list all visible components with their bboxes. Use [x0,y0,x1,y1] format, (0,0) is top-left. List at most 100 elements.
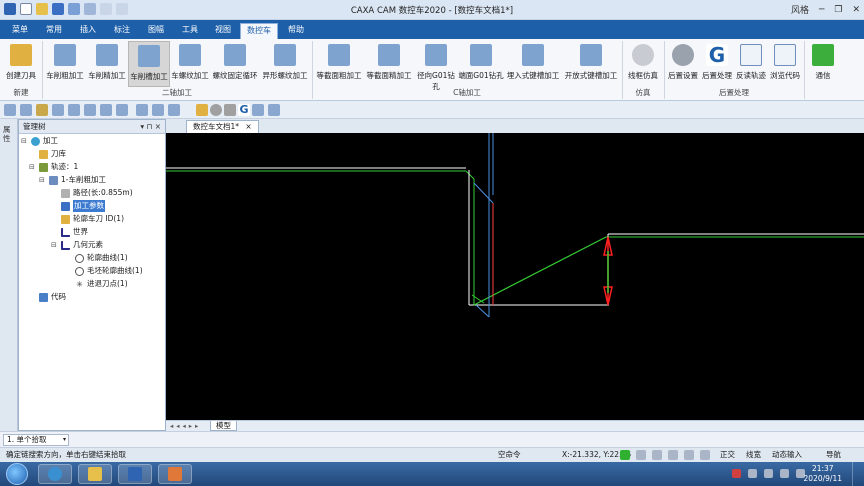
drawing-canvas[interactable] [166,133,864,420]
equal-section-finish-button[interactable]: 等截面精加工 [364,41,414,87]
collapse-icon[interactable]: ⊟ [51,239,59,251]
grid-toggle-icon[interactable] [636,450,646,460]
tree-node-contour-curve[interactable]: 轮廓曲线(1) [75,252,128,264]
grid-icon[interactable] [20,104,32,116]
tab-frame[interactable]: 图幅 [142,23,170,39]
equal-section-rough-button[interactable]: 等截面粗加工 [314,41,364,87]
taskbar-app-browser[interactable] [38,464,72,484]
tray-network-icon[interactable] [748,469,757,478]
tab-menu[interactable]: 菜单 [6,23,34,39]
navigation-toggle[interactable]: 导航 [826,448,841,462]
property-icon[interactable] [100,104,112,116]
tree-node-tool-library[interactable]: 刀库 [39,148,66,160]
tree-node-turning-tool[interactable]: 轮廓车刀 ID(1) [61,213,124,225]
close-icon[interactable]: ✕ [852,5,860,15]
tab-dimension[interactable]: 标注 [108,23,136,39]
snap-toggle-icon[interactable] [620,450,630,460]
property-tab[interactable]: 属性 [3,125,14,143]
open-keyway-button[interactable]: 开放式键槽加工 [562,41,620,87]
thread-turning-button[interactable]: 车螺纹加工 [170,41,210,87]
tab-help[interactable]: 帮助 [282,23,310,39]
special-thread-button[interactable]: 异形螺纹加工 [260,41,310,87]
finish-turning-button[interactable]: 车削精加工 [86,41,128,87]
zoom-icon[interactable] [52,104,64,116]
tree-node-path[interactable]: 路径(长:0.855m) [61,187,133,199]
minimize-icon[interactable]: ─ [819,5,824,15]
rough-turning-button[interactable]: 车削粗加工 [44,41,86,87]
parameters-icon [61,201,70,211]
tree-node-code[interactable]: 代码 [39,291,66,303]
communication-button[interactable]: 通信 [808,41,838,87]
show-desktop-button[interactable] [852,462,864,486]
tab-insert[interactable]: 插入 [74,23,102,39]
sheet-nav-arrows[interactable]: ◂◂◂▸▸ [170,422,201,430]
radial-drill-button[interactable]: 径向G01钻孔 [414,41,458,91]
face-drill-button[interactable]: 端面G01钻孔 [458,41,504,87]
ortho-icon[interactable] [152,104,164,116]
document-tab[interactable]: 数控车文档1* × [186,120,259,133]
tool-icon[interactable] [196,104,208,116]
tray-volume-icon[interactable] [780,469,789,478]
taskbar-app-caxa[interactable] [118,464,152,484]
tree-node-blank-curve[interactable]: 毛坯轮廓曲线(1) [75,265,143,277]
equal-section-finish-icon [378,44,400,66]
dynamic-input-toggle[interactable]: 动态输入 [772,448,802,462]
post-settings-button[interactable]: 后置设置 [666,41,700,87]
tray-record-icon[interactable] [732,469,741,478]
tree-node-toolpath[interactable]: ⊟ 轨迹：1 [29,161,78,173]
pick-mode-select[interactable]: 1. 单个拾取 ▾ [3,434,69,446]
ribbon-panel: 创建刀具 车削粗加工 车削精加工 车削槽加工 车螺纹加工 螺纹固定循环 异形螺纹… [0,39,864,101]
embedded-keyway-button[interactable]: 埋入式键槽加工 [504,41,562,87]
ortho-toggle[interactable]: 正交 [720,448,735,462]
tree-node-entry-point[interactable]: ✳ 进退刀点(1) [75,278,128,290]
start-button[interactable] [6,463,28,485]
create-tool-button[interactable]: 创建刀具 [2,41,40,87]
object-snap-icon[interactable] [684,450,694,460]
collapse-icon[interactable]: ⊟ [39,174,47,186]
tab-common[interactable]: 常用 [40,23,68,39]
g-code-icon[interactable]: G [238,104,250,116]
gear-icon[interactable] [224,104,236,116]
taskbar-app-explorer[interactable] [78,464,112,484]
restore-icon[interactable]: ❐ [834,5,842,15]
tab-view[interactable]: 视图 [209,23,237,39]
browse-code-button[interactable]: 浏览代码 [768,41,802,87]
style-menu[interactable]: 风格 [791,3,809,16]
polar-icon[interactable] [668,450,678,460]
redraw-icon[interactable] [84,104,96,116]
select-icon[interactable] [116,104,128,116]
tree-node-parameters[interactable]: 加工参数 [61,200,105,212]
model-tab[interactable]: 模型 [210,421,237,431]
group-label-simulation: 仿真 [635,88,651,97]
code-view-icon[interactable] [252,104,264,116]
pan-icon[interactable] [68,104,80,116]
post-process-button[interactable]: G 后置处理 [700,41,734,87]
panel-controls[interactable]: ▾ ⊓ × [140,120,161,133]
tools-icon[interactable] [700,450,710,460]
collapse-icon[interactable]: ⊟ [29,161,37,173]
wireframe-sim-button[interactable]: 线框仿真 [624,41,662,87]
groove-turning-button[interactable]: 车削槽加工 [128,41,170,87]
turning-tool-icon [61,214,70,224]
tab-cnc-lathe[interactable]: 数控车 [240,23,278,39]
close-tab-icon[interactable]: × [245,122,251,131]
settings-icon[interactable] [210,104,222,116]
layer-icon[interactable] [4,104,16,116]
tray-flag-icon[interactable] [764,469,773,478]
snap-icon[interactable] [136,104,148,116]
reverse-read-button[interactable]: 反读轨迹 [734,41,768,87]
taskbar-clock[interactable]: 21:37 2020/9/11 [804,464,842,484]
collapse-icon[interactable]: ⊟ [21,135,29,147]
line-icon[interactable] [168,104,180,116]
taskbar-app-recorder[interactable] [158,464,192,484]
linewidth-toggle[interactable]: 线宽 [746,448,761,462]
thread-cycle-button[interactable]: 螺纹固定循环 [210,41,260,87]
tree-node-machining[interactable]: ⊟ 加工 [21,135,58,147]
tree-node-world[interactable]: 世界 [61,226,88,238]
tab-tools[interactable]: 工具 [176,23,204,39]
tree-node-geometry[interactable]: ⊟ 几何元素 [51,239,103,251]
export-icon[interactable] [268,104,280,116]
tree-node-operation[interactable]: ⊟ 1-车削粗加工 [39,174,106,186]
keyboard-icon[interactable] [652,450,662,460]
view-icon[interactable] [36,104,48,116]
